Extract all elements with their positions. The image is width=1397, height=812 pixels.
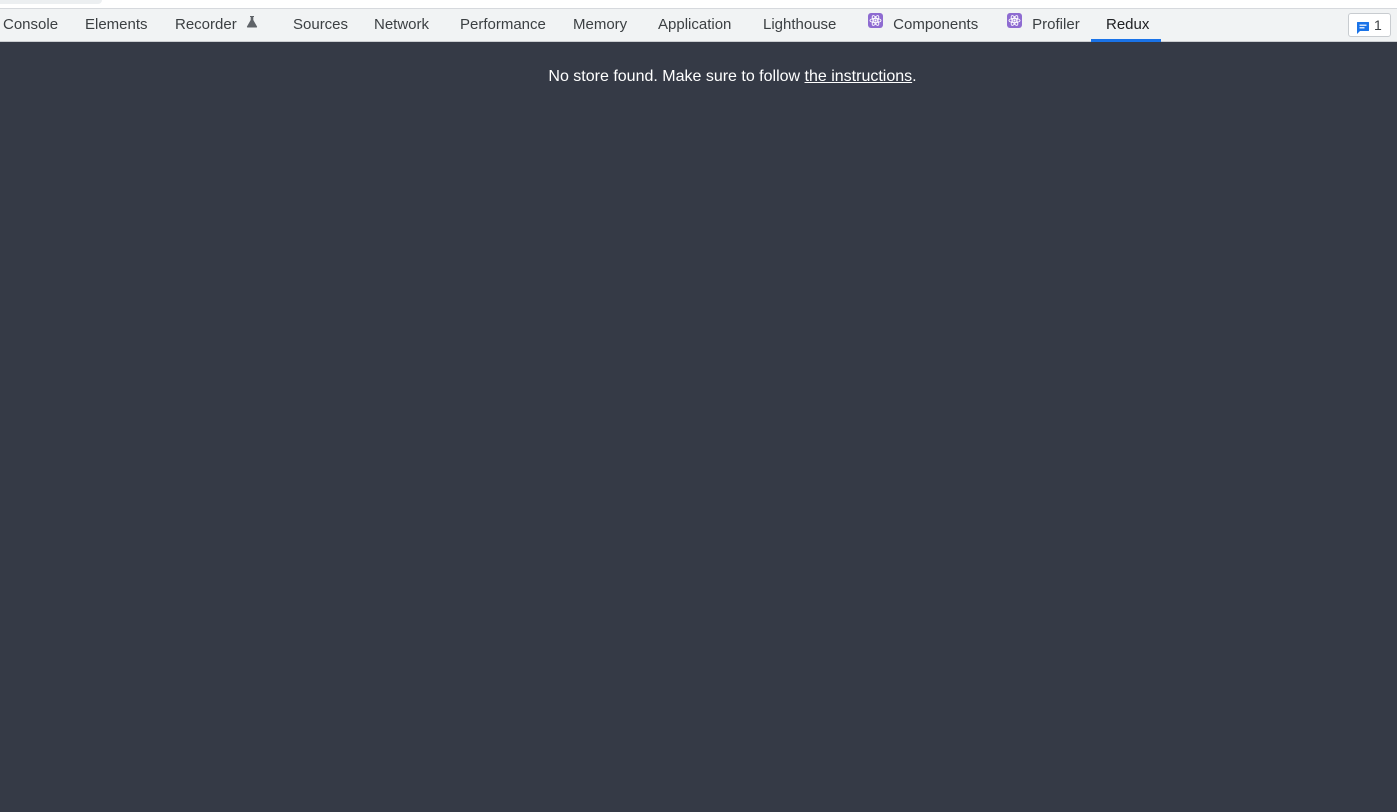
tab-label: Profiler [1032,16,1080,33]
tab-label: Elements [85,16,148,33]
tab-lighthouse[interactable]: Lighthouse [763,9,836,41]
tab-console[interactable]: Console [3,9,58,41]
message-text: No store found. Make sure to follow [548,68,805,85]
tab-label: Components [893,16,979,33]
devtools-tab-bar: Console Elements Recorder Sources Networ… [0,9,1397,42]
tab-performance[interactable]: Performance [460,9,546,41]
flask-icon [246,8,258,40]
issues-counter-button[interactable]: 1 [1348,13,1391,37]
issues-count: 1 [1374,17,1382,33]
tab-components[interactable]: Components [868,9,978,41]
react-icon [868,8,883,40]
tab-profiler[interactable]: Profiler [1007,9,1080,41]
tab-label: Network [374,16,430,33]
message-period: . [912,68,917,85]
tab-label: Application [658,16,732,33]
tab-label: Memory [573,16,628,33]
tab-memory[interactable]: Memory [573,9,627,41]
tab-elements[interactable]: Elements [85,9,148,41]
react-icon [1007,8,1022,40]
tab-redux[interactable]: Redux [1106,9,1149,41]
browser-tab-edge [0,0,102,4]
chat-bubble-icon [1356,19,1370,41]
active-tab-indicator [1091,39,1161,42]
tab-label: Performance [460,16,546,33]
tab-label: Recorder [175,16,237,33]
tab-sources[interactable]: Sources [293,9,348,41]
window-top-strip [0,0,1397,9]
tab-label: Console [3,16,59,33]
tab-label: Sources [293,16,349,33]
tab-network[interactable]: Network [374,9,429,41]
redux-panel: No store found. Make sure to follow the … [0,43,1397,812]
tab-label: Redux [1106,16,1150,33]
tab-recorder[interactable]: Recorder [175,9,258,41]
tab-label: Lighthouse [763,16,837,33]
instructions-link[interactable]: the instructions [805,68,913,85]
no-store-message: No store found. Make sure to follow the … [0,68,1397,86]
tab-application[interactable]: Application [658,9,731,41]
